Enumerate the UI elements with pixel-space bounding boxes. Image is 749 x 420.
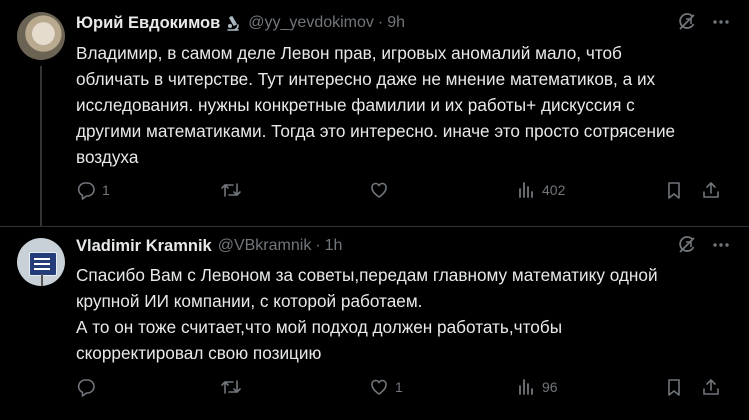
retweet-icon [220,377,242,397]
like-button[interactable] [369,180,395,200]
tweet-actions: 1 402 [76,180,731,202]
author-handle[interactable]: @yy_yevdokimov [248,14,374,32]
timestamp[interactable]: 1h [325,237,343,255]
reply-button[interactable]: 1 [76,180,110,200]
share-button[interactable] [701,377,721,397]
tweet-top-actions [677,235,731,255]
bookmark-button[interactable] [664,377,684,397]
timestamp[interactable]: 9h [387,14,405,32]
views-button[interactable]: 96 [516,377,558,397]
more-icon[interactable] [711,235,731,255]
retweet-button[interactable] [220,180,248,200]
reply-count: 1 [102,182,110,198]
author-handle[interactable]: @VBkramnik [218,237,312,255]
reply-icon [76,180,96,200]
avatar-street-sign [29,252,57,276]
bookmark-icon [664,377,684,397]
tweet[interactable]: Vladimir Kramnik @VBkramnik · 1h Спасибо… [0,226,749,420]
share-icon [701,377,721,397]
views-button[interactable]: 402 [516,180,565,200]
tweet[interactable]: Юрий Евдокимов @yy_yevdokimov · 9h Влади… [0,0,749,226]
avatar-sign-pole [41,274,43,286]
more-icon[interactable] [711,12,731,32]
views-icon [516,180,536,200]
tweet-text: Спасибо Вам с Левоном за советы,передам … [76,265,658,363]
like-count: 1 [395,379,403,395]
share-icon [701,180,721,200]
share-button[interactable] [701,180,721,200]
avatar[interactable] [17,12,65,60]
avatar[interactable] [17,238,65,286]
tweet-text: Владимир, в самом деле Левон прав, игров… [76,43,676,167]
heart-icon [369,377,389,397]
views-count: 402 [542,182,566,198]
separator-dot: · [315,237,321,254]
tweet-actions: 1 96 [76,377,731,399]
bookmark-icon [664,180,684,200]
reply-icon [76,377,96,397]
bookmark-button[interactable] [664,180,684,200]
grok-icon[interactable] [677,235,697,255]
retweet-button[interactable] [220,377,248,397]
author-name[interactable]: Юрий Евдокимов [76,14,220,33]
grok-icon[interactable] [677,12,697,32]
separator-dot: · [377,14,384,31]
tweet-header: Юрий Евдокимов @yy_yevdokimov · 9h [76,13,405,33]
microscope-icon [224,14,242,32]
retweet-icon [220,180,242,200]
like-button[interactable]: 1 [369,377,403,397]
views-count: 96 [542,379,558,395]
author-name[interactable]: Vladimir Kramnik [76,237,212,256]
tweet-top-actions [677,12,731,32]
heart-icon [369,180,389,200]
reply-button[interactable] [76,377,102,397]
tweet-header: Vladimir Kramnik @VBkramnik · 1h [76,236,342,256]
views-icon [516,377,536,397]
